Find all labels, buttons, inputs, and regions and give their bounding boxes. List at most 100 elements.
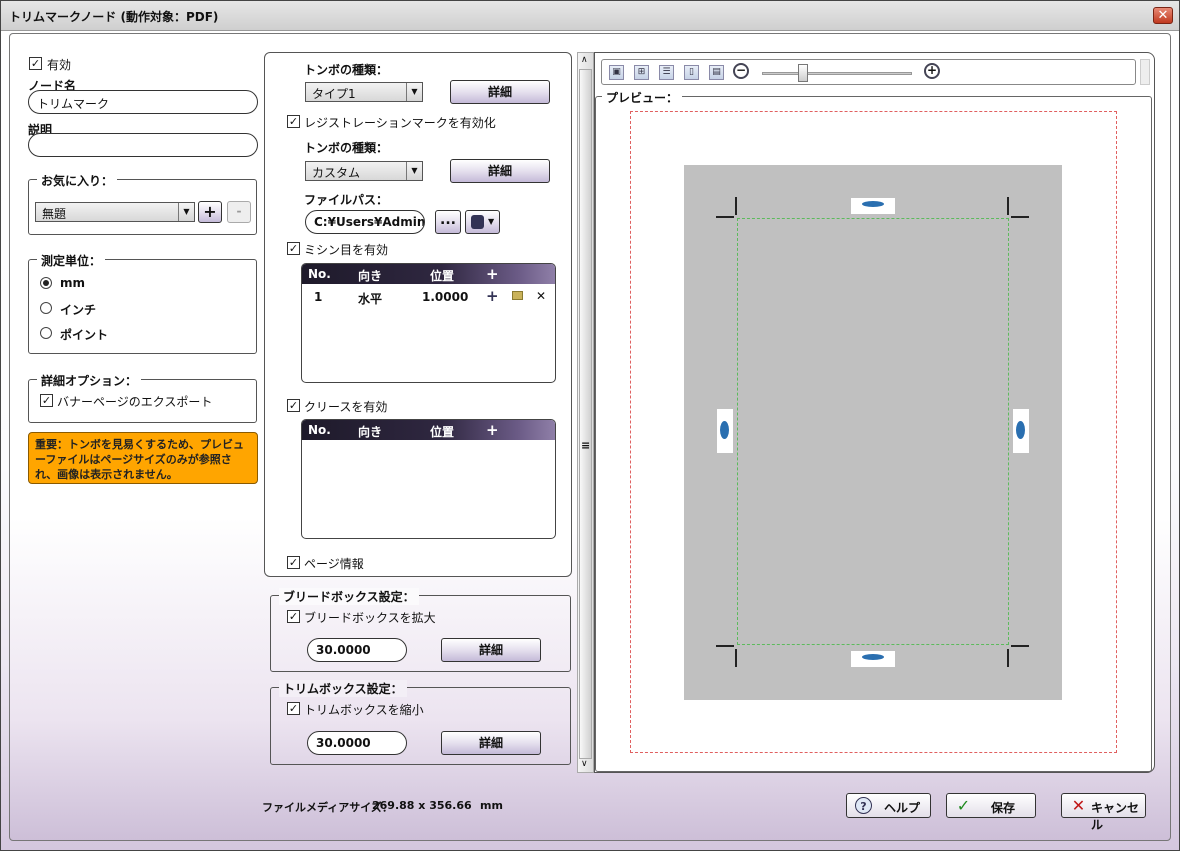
favorites-legend: お気に入り： bbox=[37, 172, 118, 189]
edit-icon[interactable] bbox=[512, 291, 523, 300]
zoom-out-icon[interactable]: − bbox=[733, 63, 749, 79]
registration-mark-left bbox=[717, 409, 733, 453]
unit-inch-radio[interactable] bbox=[40, 302, 52, 314]
close-button[interactable]: ✕ bbox=[1153, 7, 1173, 24]
registration-checkbox[interactable]: ✓ bbox=[287, 115, 300, 128]
zoom-slider-track[interactable] bbox=[762, 72, 912, 75]
unit-inch-label: インチ bbox=[60, 303, 97, 317]
favorites-group: お気に入り： 無題 ▼ + - bbox=[28, 172, 257, 235]
col-position: 位置 bbox=[430, 269, 455, 283]
reg-detail-button[interactable]: 詳細 bbox=[450, 159, 550, 183]
add-row-button[interactable]: + bbox=[486, 421, 499, 439]
favorites-select[interactable]: 無題 ▼ bbox=[35, 202, 195, 222]
row-position: 1.0000 bbox=[422, 290, 469, 304]
crop-type-label: トンボの種類： bbox=[304, 63, 389, 77]
add-icon[interactable]: + bbox=[486, 287, 499, 305]
crop-type-select[interactable]: タイプ1 ▼ bbox=[305, 82, 423, 102]
dialog-window: トリムマークノード (動作対象：PDF) ✕ ✓ 有効 ノード名 トリムマーク … bbox=[0, 0, 1180, 851]
trim-area bbox=[737, 218, 1009, 645]
unit-mm-radio[interactable] bbox=[40, 277, 52, 289]
zoom-in-icon[interactable]: + bbox=[924, 63, 940, 79]
crease-table-header: No. 向き 位置 + bbox=[302, 420, 555, 440]
trim-shrink-checkbox[interactable]: ✓ bbox=[287, 702, 300, 715]
check-icon: ✓ bbox=[956, 796, 971, 815]
description-input[interactable] bbox=[28, 133, 258, 157]
vertical-scrollbar[interactable]: ∧ ≡ ∨ bbox=[577, 52, 594, 773]
advanced-legend: 詳細オプション： bbox=[37, 372, 142, 389]
image-icon[interactable]: ▣ bbox=[609, 65, 624, 80]
marks-settings-panel: トンボの種類： タイプ1 ▼ 詳細 ✓ レジストレーションマークを有効化 トンボ… bbox=[264, 52, 572, 577]
col-no: No. bbox=[308, 267, 331, 281]
fit-width-icon[interactable]: ☰ bbox=[659, 65, 674, 80]
trim-value-input[interactable]: 30.0000 bbox=[307, 731, 407, 755]
add-favorite-button[interactable]: + bbox=[198, 201, 222, 223]
remove-favorite-button[interactable]: - bbox=[227, 201, 251, 223]
crease-label: クリースを有効 bbox=[304, 400, 388, 414]
user-icon bbox=[470, 215, 484, 229]
row-direction: 水平 bbox=[358, 292, 383, 306]
crop-mark-tr-v bbox=[1007, 197, 1014, 215]
two-page-icon[interactable]: ▯ bbox=[684, 65, 699, 80]
bleed-detail-button[interactable]: 詳細 bbox=[441, 638, 541, 662]
chevron-down-icon: ▼ bbox=[178, 203, 194, 221]
add-row-button[interactable]: + bbox=[486, 265, 499, 283]
window-title: トリムマークノード (動作対象：PDF) bbox=[9, 10, 219, 24]
bleed-box-group: ブリードボックス設定： ✓ ブリードボックスを拡大 30.0000 詳細 bbox=[270, 588, 571, 672]
scroll-up-icon[interactable]: ∧ bbox=[581, 55, 588, 65]
bleed-value-input[interactable]: 30.0000 bbox=[307, 638, 407, 662]
crease-table: No. 向き 位置 + bbox=[301, 419, 556, 539]
save-button[interactable]: ✓ 保存 bbox=[946, 793, 1036, 818]
registration-mark-right bbox=[1013, 409, 1029, 453]
trim-detail-button[interactable]: 詳細 bbox=[441, 731, 541, 755]
trim-legend: トリムボックス設定： bbox=[279, 680, 407, 697]
trim-box-group: トリムボックス設定： ✓ トリムボックスを縮小 30.0000 詳細 bbox=[270, 680, 571, 765]
node-name-input[interactable]: トリムマーク bbox=[28, 90, 258, 114]
table-row[interactable]: 1 水平 1.0000 + ✕ bbox=[302, 284, 555, 310]
delete-icon[interactable]: ✕ bbox=[536, 289, 546, 303]
fit-page-icon[interactable]: ⊞ bbox=[634, 65, 649, 80]
perforation-checkbox[interactable]: ✓ bbox=[287, 242, 300, 255]
dialog-body: ✓ 有効 ノード名 トリムマーク 説明 お気に入り： 無題 ▼ + - 測定単位… bbox=[9, 33, 1171, 841]
help-button[interactable]: ? ヘルプ bbox=[846, 793, 931, 818]
unit-point-radio[interactable] bbox=[40, 327, 52, 339]
page-info-checkbox[interactable]: ✓ bbox=[287, 556, 300, 569]
crop-detail-button[interactable]: 詳細 bbox=[450, 80, 550, 104]
preview-legend: プレビュー： bbox=[602, 89, 683, 106]
col-no: No. bbox=[308, 423, 331, 437]
reg-type-select[interactable]: カスタム ▼ bbox=[305, 161, 423, 181]
registration-mark-bottom bbox=[851, 651, 895, 667]
file-path-input[interactable]: C:¥Users¥Adminis bbox=[305, 210, 425, 234]
chevron-down-icon: ▼ bbox=[488, 217, 495, 226]
crop-mark-br-v bbox=[1007, 649, 1014, 667]
cancel-x-icon: ✕ bbox=[1071, 796, 1086, 815]
media-box bbox=[630, 111, 1117, 753]
perforation-table: No. 向き 位置 + 1 水平 1.0000 + ✕ bbox=[301, 263, 556, 383]
row-no: 1 bbox=[314, 290, 323, 304]
crop-type-value: タイプ1 bbox=[312, 87, 356, 101]
enabled-label: 有効 bbox=[47, 58, 72, 72]
favorites-value: 無題 bbox=[42, 207, 67, 221]
perforation-table-header: No. 向き 位置 + bbox=[302, 264, 555, 284]
enabled-checkbox[interactable]: ✓ bbox=[29, 57, 42, 70]
title-bar: トリムマークノード (動作対象：PDF) ✕ bbox=[1, 1, 1179, 31]
zoom-slider-thumb[interactable] bbox=[798, 64, 808, 82]
reg-type-value: カスタム bbox=[312, 166, 361, 180]
cancel-button[interactable]: ✕ キャンセル bbox=[1061, 793, 1146, 832]
banner-export-checkbox[interactable]: ✓ bbox=[40, 394, 53, 407]
scroll-thumb[interactable] bbox=[579, 69, 592, 759]
perforation-label: ミシン目を有効 bbox=[304, 243, 389, 257]
col-position: 位置 bbox=[430, 425, 455, 439]
units-legend: 測定単位： bbox=[37, 252, 106, 269]
crease-checkbox[interactable]: ✓ bbox=[287, 399, 300, 412]
toolbar-scroll[interactable] bbox=[1140, 59, 1150, 85]
warning-note: 重要：トンボを見易くするため、プレビューファイルはページサイズのみが参照され、画… bbox=[28, 432, 258, 484]
unit-mm-label: mm bbox=[60, 276, 86, 290]
single-page-icon[interactable]: ▤ bbox=[709, 65, 724, 80]
bleed-expand-checkbox[interactable]: ✓ bbox=[287, 610, 300, 623]
crop-mark-tl-v bbox=[730, 197, 737, 215]
user-menu-button[interactable]: ▼ bbox=[465, 210, 500, 234]
help-label: ヘルプ bbox=[884, 801, 921, 815]
scroll-down-icon[interactable]: ∨ bbox=[581, 759, 588, 769]
save-label: 保存 bbox=[991, 801, 1016, 815]
browse-button[interactable]: ... bbox=[435, 210, 461, 234]
